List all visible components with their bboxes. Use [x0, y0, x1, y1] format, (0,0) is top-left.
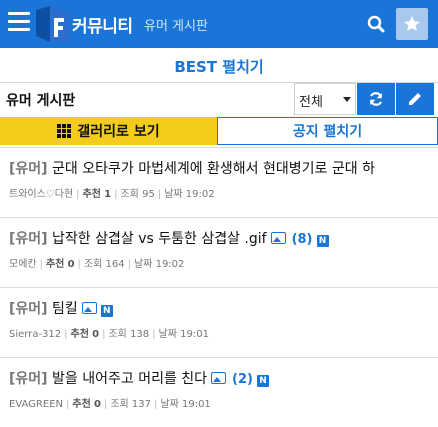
- post-author: Sierra-312: [9, 329, 62, 340]
- board-name: 유머 게시판: [6, 93, 76, 109]
- post-date: 19:02: [155, 259, 185, 270]
- notice-toggle-label: 공지 펼치기: [292, 124, 363, 140]
- site-logo-text[interactable]: 커뮤니티: [72, 12, 133, 37]
- grid-icon: [57, 124, 72, 138]
- post-category-tag: [유머]: [9, 371, 48, 387]
- new-badge: N: [256, 375, 269, 387]
- views-label: 조회: [108, 329, 127, 340]
- gallery-view-button[interactable]: 갤러리로 보기: [0, 117, 217, 145]
- post-title-line[interactable]: [유머] 납작한 삼겹살 vs 두툼한 삼겹살 .gif (8) N: [9, 228, 329, 248]
- caret-down-icon: [343, 97, 351, 102]
- recommend-label: 추천: [70, 329, 89, 340]
- search-button[interactable]: [360, 8, 392, 40]
- recommend-count: 0: [67, 259, 75, 270]
- recommend-label: 추천: [45, 259, 65, 270]
- post-meta: 트와이스♡다현 | 추천 1 | 조회 95 | 날짜 19:02: [9, 189, 215, 200]
- post-author: 모에칸: [9, 259, 37, 270]
- views-label: 조회: [110, 399, 129, 410]
- image-attachment-icon: [81, 302, 97, 314]
- post-meta: Sierra-312 | 추천 0 | 조회 138 | 날짜 19:01: [9, 329, 209, 340]
- post-item[interactable]: [유머] 군대 오타쿠가 마법세계에 환생해서 현대병기로 군대 하 트와이스♡…: [0, 147, 438, 217]
- date-label: 날짜: [160, 399, 179, 410]
- top-bar: 커뮤니티 유머 게시판: [0, 0, 438, 48]
- views-label: 조회: [120, 189, 139, 200]
- recommend-count: 0: [93, 399, 101, 410]
- favorite-button[interactable]: [396, 8, 428, 40]
- post-date: 19:02: [185, 189, 215, 200]
- board-toolbar: 유머 게시판 전체: [0, 83, 438, 115]
- post-meta: 모에칸 | 추천 0 | 조회 164 | 날짜 19:02: [9, 259, 185, 270]
- logo-icon[interactable]: [36, 6, 70, 42]
- recommend-count: 0: [92, 329, 100, 340]
- date-label: 날짜: [133, 259, 153, 270]
- post-title-line[interactable]: [유머] 팀킬 N: [9, 298, 113, 318]
- post-title-line[interactable]: [유머] 군대 오타쿠가 마법세계에 환생해서 현대병기로 군대 하: [9, 158, 375, 178]
- gallery-view-label: 갤러리로 보기: [77, 124, 160, 140]
- post-title[interactable]: 발을 내어주고 머리를 친다: [52, 371, 207, 387]
- best-toggle[interactable]: BEST 펼치기: [0, 56, 438, 80]
- post-item[interactable]: [유머] 발을 내어주고 머리를 친다 (2) N EVAGREEN | 추천 0 | 조회…: [0, 357, 438, 427]
- views-count: 138: [130, 329, 150, 340]
- recommend-label: 추천: [72, 399, 91, 410]
- post-meta: EVAGREEN | 추천 0 | 조회 137 | 날짜 19:01: [9, 399, 211, 410]
- new-badge: N: [316, 235, 329, 247]
- date-label: 날짜: [158, 329, 177, 340]
- image-attachment-icon: [270, 232, 286, 244]
- post-author: EVAGREEN: [9, 399, 63, 410]
- post-category-tag: [유머]: [9, 161, 48, 177]
- post-item[interactable]: [유머] 팀킬 N Sierra-312 | 추천 0 | 조회 138 | 날짜 19:01: [0, 287, 438, 357]
- pencil-icon: [409, 93, 421, 105]
- post-title[interactable]: 납작한 삼겹살 vs 두툼한 삼겹살 .gif: [52, 231, 267, 247]
- post-category-tag: [유머]: [9, 231, 48, 247]
- comment-count: (2): [232, 372, 253, 387]
- views-label: 조회: [83, 259, 103, 270]
- comment-count: (8): [291, 232, 313, 247]
- post-item[interactable]: [유머] 납작한 삼겹살 vs 두툼한 삼겹살 .gif (8) N 모에칸 | 추천 …: [0, 217, 438, 287]
- views-count: 95: [142, 189, 155, 200]
- category-select-value: 전체: [299, 95, 323, 110]
- views-count: 137: [131, 399, 151, 410]
- refresh-icon: [369, 92, 383, 106]
- refresh-button[interactable]: [357, 83, 395, 115]
- image-attachment-icon: [211, 372, 227, 384]
- post-category-tag: [유머]: [9, 301, 48, 317]
- post-title[interactable]: 팀킬: [52, 301, 78, 317]
- write-button[interactable]: [396, 83, 434, 115]
- notice-toggle-button[interactable]: 공지 펼치기: [217, 117, 438, 145]
- post-author: 트와이스♡다현: [9, 189, 74, 200]
- post-title-line[interactable]: [유머] 발을 내어주고 머리를 친다 (2) N: [9, 368, 269, 388]
- new-badge: N: [100, 305, 113, 317]
- post-date: 19:01: [180, 329, 209, 340]
- post-date: 19:01: [181, 399, 211, 410]
- hamburger-icon[interactable]: [8, 12, 30, 32]
- view-toggle-row: 갤러리로 보기 공지 펼치기: [0, 117, 438, 145]
- post-title[interactable]: 군대 오타쿠가 마법세계에 환생해서 현대병기로 군대 하: [52, 161, 375, 177]
- recommend-count: 1: [104, 189, 112, 200]
- board-subtitle[interactable]: 유머 게시판: [144, 15, 208, 34]
- date-label: 날짜: [164, 189, 183, 200]
- category-select[interactable]: 전체: [294, 83, 356, 115]
- star-icon: [404, 16, 420, 32]
- views-count: 164: [105, 259, 125, 270]
- search-icon: [367, 15, 385, 33]
- recommend-label: 추천: [82, 189, 101, 200]
